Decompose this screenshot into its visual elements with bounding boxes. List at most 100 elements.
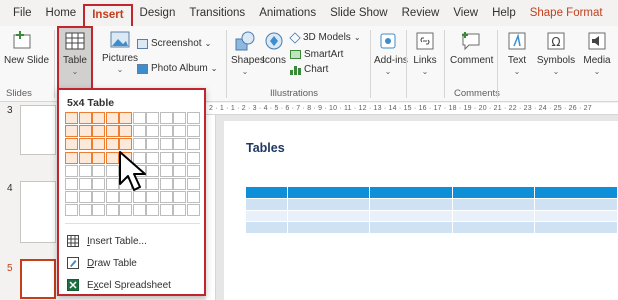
table-grid-cell[interactable] <box>65 125 78 138</box>
table-grid-cell[interactable] <box>159 125 173 138</box>
table-grid-cell[interactable] <box>105 112 119 124</box>
table-grid-cell[interactable] <box>78 125 92 138</box>
insert-table-item[interactable]: Insert Table... <box>67 235 147 247</box>
table-grid-cell[interactable] <box>173 164 186 177</box>
slide-thumbnail[interactable] <box>20 181 56 243</box>
table-grid-cell[interactable] <box>186 191 200 204</box>
table-grid-cell[interactable] <box>92 164 105 177</box>
table-grid-cell[interactable] <box>186 164 200 177</box>
table-grid-cell[interactable] <box>92 112 105 124</box>
table-grid-cell[interactable] <box>92 151 105 164</box>
table-grid-cell[interactable] <box>159 164 173 177</box>
draw-table-item[interactable]: Draw Table <box>67 257 137 269</box>
table-grid-cell[interactable] <box>186 204 200 217</box>
table-grid-cell[interactable] <box>119 138 132 151</box>
table-grid-cell[interactable] <box>78 178 92 190</box>
table-grid-cell[interactable] <box>119 204 132 217</box>
table-grid-cell[interactable] <box>78 204 92 217</box>
table-grid-cell[interactable] <box>173 112 186 124</box>
slide[interactable]: Tables <box>224 121 618 300</box>
table-grid-cell[interactable] <box>105 204 119 217</box>
tab-help[interactable]: Help <box>485 0 523 26</box>
table-grid-cell[interactable] <box>78 164 92 177</box>
slide-title[interactable]: Tables <box>246 141 285 155</box>
chart-button[interactable]: Chart <box>290 64 328 75</box>
table-grid-cell[interactable] <box>173 178 186 190</box>
table-grid-cell[interactable] <box>186 178 200 190</box>
media-button[interactable]: Media ⌄ <box>580 28 614 76</box>
table-grid-cell[interactable] <box>159 112 173 124</box>
shapes-button[interactable]: Shapes ⌄ <box>231 28 265 76</box>
table-grid-cell[interactable] <box>105 125 119 138</box>
table-grid-cell[interactable] <box>65 191 78 204</box>
links-button[interactable]: Links ⌄ <box>410 28 440 76</box>
table-grid-cell[interactable] <box>105 138 119 151</box>
new-slide-button[interactable]: New Slide <box>4 28 49 67</box>
table-grid-cell[interactable] <box>78 112 92 124</box>
tab-review[interactable]: Review <box>395 0 447 26</box>
table-grid-cell[interactable] <box>92 178 105 190</box>
slide-thumbnail[interactable] <box>20 105 56 155</box>
tab-shape-format[interactable]: Shape Format <box>523 0 610 26</box>
table-grid-cell[interactable] <box>159 191 173 204</box>
excel-spreadsheet-item[interactable]: Excel Spreadsheet <box>67 279 171 291</box>
tab-file[interactable]: File <box>6 0 39 26</box>
table-grid-cell[interactable] <box>186 151 200 164</box>
table-grid-cell[interactable] <box>92 138 105 151</box>
slide-table[interactable] <box>246 187 618 234</box>
table-grid-cell[interactable] <box>78 151 92 164</box>
smartart-button[interactable]: SmartArt <box>290 49 343 60</box>
text-button[interactable]: Text ⌄ <box>501 28 533 76</box>
tab-transitions[interactable]: Transitions <box>182 0 252 26</box>
table-grid-cell[interactable] <box>65 178 78 190</box>
table-grid-cell[interactable] <box>92 191 105 204</box>
table-grid-cell[interactable] <box>92 125 105 138</box>
table-grid-cell[interactable] <box>132 125 146 138</box>
photo-album-button[interactable]: Photo Album ⌄ <box>137 63 217 74</box>
table-grid-cell[interactable] <box>159 204 173 217</box>
pictures-button[interactable]: Pictures ⌄ <box>100 28 140 74</box>
add-ins-button[interactable]: Add-ins ⌄ <box>374 28 408 76</box>
table-grid-cell[interactable] <box>159 138 173 151</box>
table-grid-cell[interactable] <box>132 112 146 124</box>
table-grid-cell[interactable] <box>65 151 78 164</box>
table-grid-cell[interactable] <box>132 138 146 151</box>
table-grid-cell[interactable] <box>146 112 159 124</box>
table-grid-cell[interactable] <box>65 138 78 151</box>
table-grid-cell[interactable] <box>146 125 159 138</box>
icons-button[interactable]: Icons <box>261 28 287 67</box>
table-grid-cell[interactable] <box>173 204 186 217</box>
table-grid-cell[interactable] <box>173 125 186 138</box>
table-grid-cell[interactable] <box>65 204 78 217</box>
tab-slide-show[interactable]: Slide Show <box>323 0 395 26</box>
table-grid-cell[interactable] <box>146 138 159 151</box>
table-grid-cell[interactable] <box>173 151 186 164</box>
table-grid-cell[interactable] <box>173 138 186 151</box>
table-grid-cell[interactable] <box>186 112 200 124</box>
table-grid-cell[interactable] <box>186 138 200 151</box>
table-grid-cell[interactable] <box>159 151 173 164</box>
table-grid-cell[interactable] <box>78 191 92 204</box>
screenshot-button[interactable]: Screenshot ⌄ <box>137 38 211 49</box>
table-grid-cell[interactable] <box>119 125 132 138</box>
table-grid-cell[interactable] <box>78 138 92 151</box>
table-grid-cell[interactable] <box>186 125 200 138</box>
table-grid-cell[interactable] <box>119 112 132 124</box>
table-button[interactable]: Table ⌄ <box>58 28 92 76</box>
3d-models-button[interactable]: 3D Models ⌄ <box>289 31 361 44</box>
table-grid-cell[interactable] <box>146 204 159 217</box>
table-grid-cell[interactable] <box>65 164 78 177</box>
table-grid-cell[interactable] <box>159 178 173 190</box>
table-grid-cell[interactable] <box>132 204 146 217</box>
table-grid-cell[interactable] <box>65 112 78 124</box>
table-grid-cell[interactable] <box>92 204 105 217</box>
tab-home[interactable]: Home <box>39 0 84 26</box>
comment-button[interactable]: Comment <box>450 28 493 67</box>
symbols-button[interactable]: Ω Symbols ⌄ <box>536 28 576 76</box>
slide-thumbnail-active[interactable] <box>20 259 56 299</box>
tab-design[interactable]: Design <box>133 0 183 26</box>
table-grid-cell[interactable] <box>173 191 186 204</box>
tab-insert[interactable]: Insert <box>83 4 133 28</box>
tab-view[interactable]: View <box>446 0 485 26</box>
tab-animations[interactable]: Animations <box>252 0 323 26</box>
